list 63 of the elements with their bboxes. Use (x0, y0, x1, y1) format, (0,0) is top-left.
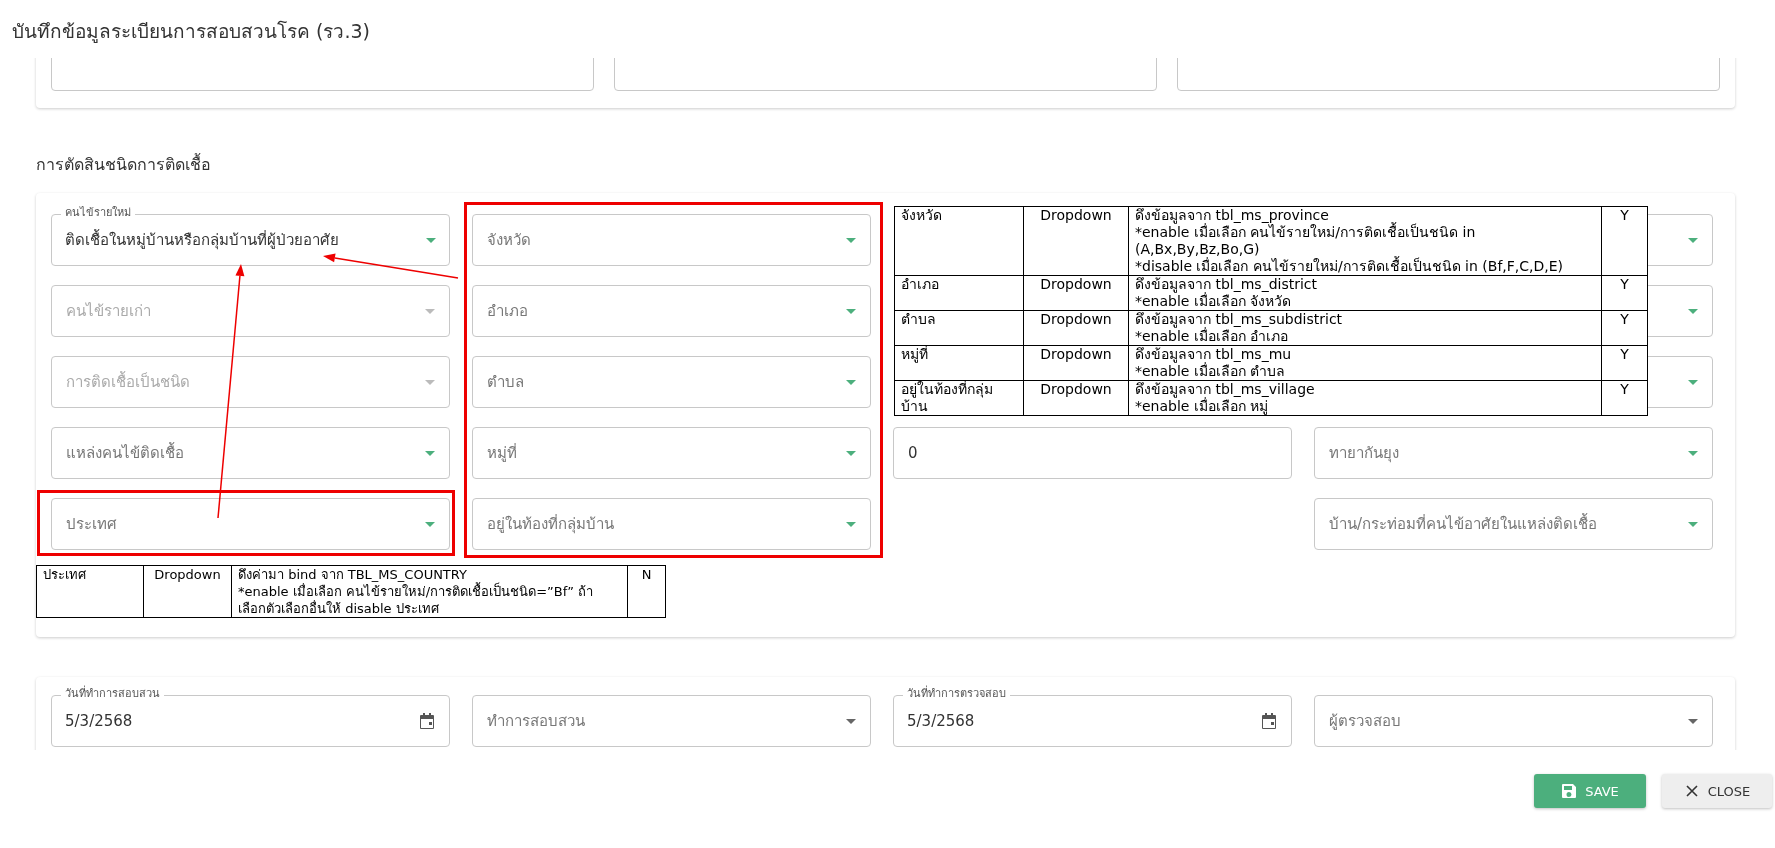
caret-icon (426, 237, 436, 243)
caret-icon (425, 379, 435, 385)
section-title: การตัดสินชนิดการติดเชื้อ (36, 152, 212, 176)
date-field[interactable]: วันที่ทำการสอบสวน 5/3/2568 (51, 687, 450, 747)
table-cell: Dropdown (1023, 380, 1129, 416)
table-cell: ดึงข้อมูลจาก tbl_ms_district *enable เมื่อเลือก จังหวัด (1128, 275, 1602, 311)
dropdown-field[interactable]: แหล่งคนไข้ติดเชื้อ (51, 427, 450, 479)
table-cell: หมู่ที่ (894, 345, 1024, 381)
caret-icon (846, 450, 856, 456)
dropdown-field[interactable]: ทำการสอบสวน (472, 695, 871, 747)
table-cell: ดึงข้อมูลจาก tbl_ms_mu *enable เมื่อเลือก ตำบล (1128, 345, 1602, 381)
table-cell: ดึงข้อมูลจาก tbl_ms_province *enable เมื่อเลือก คนไข้รายใหม่/การติดเชื้อเป็นชนิด in (A,Bx,By,Bz,Bo,G) *disable เมื่อเลือก คนไข้รายใหม่/การติดเชื้อเป็นชนิด in (Bf,F,C,D,E) (1128, 206, 1602, 276)
table-cell: Dropdown (1023, 310, 1129, 346)
table-cell: Y (1601, 275, 1648, 311)
caret-icon (1688, 521, 1698, 527)
caret-icon (846, 718, 856, 724)
table-cell: Dropdown (1023, 345, 1129, 381)
caret-icon (846, 379, 856, 385)
calendar-icon (418, 712, 436, 730)
save-button[interactable]: SAVE (1534, 774, 1646, 808)
table-cell: Y (1601, 380, 1648, 416)
caret-icon (846, 521, 856, 527)
table-cell: ประเทศ (36, 565, 144, 618)
caret-icon (1688, 450, 1698, 456)
caret-icon (1688, 237, 1698, 243)
table-cell: Y (1601, 206, 1648, 276)
table-cell: Dropdown (1023, 206, 1129, 276)
close-icon (1683, 783, 1700, 799)
caret-icon (1688, 718, 1698, 724)
dropdown-field[interactable]: จังหวัด (472, 214, 871, 266)
dialog-title: บันทึกข้อมูลระเบียนการสอบสวนโรค (รว.3) (11, 19, 371, 45)
calendar-icon (1260, 712, 1278, 730)
table-cell: N (627, 565, 666, 618)
dropdown-field[interactable]: ผู้ตรวจสอบ (1314, 695, 1713, 747)
dropdown-field[interactable]: บ้าน/กระท่อมที่คนไข้อาศัยในแหล่งติดเชื้อ (1314, 498, 1713, 550)
table-cell: จังหวัด (894, 206, 1024, 276)
table-cell: ดึงข้อมูลจาก tbl_ms_village *enable เมื่อเลือก หมู่ (1128, 380, 1602, 416)
caret-icon (425, 521, 435, 527)
caret-icon (425, 450, 435, 456)
table-cell: ดึงข้อมูลจาก tbl_ms_subdistrict *enable เมื่อเลือก อำเภอ (1128, 310, 1602, 346)
table-cell: Y (1601, 345, 1648, 381)
table-cell: อยู่ในท้องที่กลุ่มบ้าน (894, 380, 1024, 416)
dropdown-field[interactable]: อำเภอ (472, 285, 871, 337)
caret-icon (1688, 308, 1698, 314)
caret-icon (846, 308, 856, 314)
table-cell: Dropdown (1023, 275, 1129, 311)
dropdown-field[interactable]: ตำบล (472, 356, 871, 408)
date-field[interactable]: วันที่ทำการตรวจสอบ 5/3/2568 (893, 687, 1292, 747)
dropdown-field[interactable]: ทายากันยุง (1314, 427, 1713, 479)
table-cell: ดึงค่ามา bind จาก TBL_MS_COUNTRY *enable เมื่อเลือก คนไข้รายใหม่/การติดเชื้อเป็นชนิด=”Bf” ถ้าเลือกตัวเลือกอื่นให้ disable ประเทศ (231, 565, 628, 618)
close-button[interactable]: CLOSE (1662, 774, 1772, 808)
table-cell: อำเภอ (894, 275, 1024, 311)
caret-icon (846, 237, 856, 243)
dropdown-field[interactable]: อยู่ในท้องที่กลุ่มบ้าน (472, 498, 871, 550)
dropdown-field[interactable]: ประเทศ (51, 498, 450, 550)
dropdown-field[interactable]: คนไข้รายใหม่ ติดเชื้อในหมู่บ้านหรือกลุ่มบ้านที่ผู้ป่วยอาศัย (51, 206, 450, 266)
caret-icon (425, 308, 435, 314)
caret-icon (1688, 379, 1698, 385)
table-cell: Dropdown (143, 565, 232, 618)
table-cell: Y (1601, 310, 1648, 346)
table-cell: ตำบล (894, 310, 1024, 346)
input-field[interactable]: 0 (893, 427, 1292, 479)
dropdown-field[interactable]: หมู่ที่ (472, 427, 871, 479)
